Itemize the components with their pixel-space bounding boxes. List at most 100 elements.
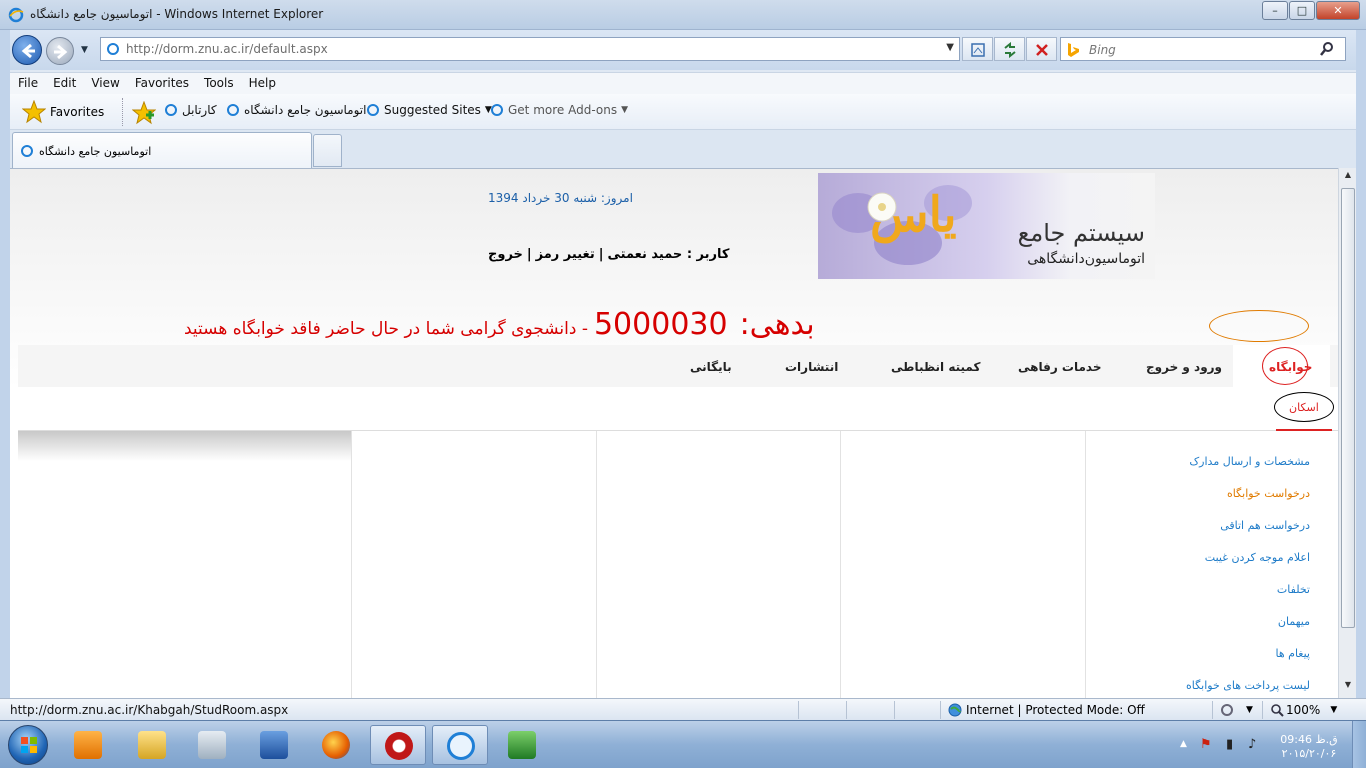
taskbar-ie[interactable] — [432, 725, 488, 765]
column-divider — [840, 431, 841, 698]
stop-button[interactable] — [1026, 37, 1057, 61]
favorites-button[interactable]: Favorites — [22, 99, 104, 125]
security-zone[interactable]: Internet | Protected Mode: Off — [948, 703, 1145, 717]
star-icon — [22, 100, 46, 124]
status-separator — [1262, 701, 1263, 719]
page-icon — [106, 42, 120, 59]
ie-page-icon — [367, 104, 379, 116]
volume-icon[interactable]: ♪ — [1248, 737, 1256, 752]
close-window-button[interactable]: ✕ — [1316, 1, 1360, 20]
address-bar[interactable]: http://dorm.znu.ac.ir/default.aspx ▼ — [100, 37, 960, 61]
banner-title: سیستم جامع — [1017, 219, 1145, 247]
status-separator — [846, 701, 847, 719]
bing-icon — [1066, 42, 1080, 61]
link-documents[interactable]: مشخصات و ارسال مدارک — [1189, 455, 1310, 468]
search-icon[interactable] — [1319, 41, 1335, 60]
ie-page-icon — [20, 144, 34, 161]
sub-menu-accommodation[interactable]: اسکان — [1274, 392, 1334, 422]
link-dorm-request[interactable]: درخواست خوابگاه — [1227, 487, 1310, 500]
taskbar-media-player[interactable] — [60, 725, 116, 765]
taskbar-app-d[interactable] — [370, 725, 426, 765]
sub-menu-accommodation-label: اسکان — [1289, 401, 1319, 414]
new-tab-button[interactable] — [313, 134, 342, 167]
main-menu-publications[interactable]: انتشارات — [785, 360, 838, 374]
highlight-ellipse — [1209, 310, 1309, 342]
ie-page-icon — [491, 104, 503, 116]
history-dropdown-icon[interactable]: ▼ — [81, 45, 88, 55]
forward-button[interactable] — [46, 37, 74, 65]
protected-mode-button[interactable]: ▼ — [1220, 703, 1253, 717]
add-to-favorites-bar-button[interactable] — [131, 100, 157, 128]
compatibility-view-button[interactable] — [962, 37, 993, 61]
link-guest[interactable]: میهمان — [1278, 615, 1310, 628]
status-separator — [798, 701, 799, 719]
menu-tools[interactable]: Tools — [196, 73, 241, 90]
minimize-button[interactable]: – — [1262, 1, 1288, 20]
scroll-up-icon[interactable]: ▲ — [1340, 170, 1356, 186]
start-button[interactable] — [2, 723, 54, 767]
address-dropdown-icon[interactable]: ▼ — [946, 42, 954, 53]
ie-page-icon — [227, 104, 239, 116]
favorites-label: Favorites — [50, 105, 105, 119]
taskbar-explorer[interactable] — [124, 725, 180, 765]
taskbar-firefox[interactable] — [308, 725, 364, 765]
link-roommate-request[interactable]: درخواست هم اتاقی — [1220, 519, 1310, 532]
taskbar-calculator[interactable] — [184, 725, 240, 765]
add-favorite-icon — [131, 100, 157, 125]
vertical-scrollbar[interactable]: ▲ ▼ — [1338, 168, 1356, 698]
logout-link[interactable]: خروج — [488, 247, 523, 262]
link-messages[interactable]: پیغام ها — [1276, 647, 1311, 660]
zoom-control[interactable]: 100% ▼ — [1270, 703, 1337, 717]
ie-icon — [447, 732, 475, 760]
main-menu-discipline[interactable]: کمیته انظباطی — [891, 360, 980, 374]
main-menu-dormitory[interactable]: خوابگاه — [1233, 345, 1330, 387]
clock[interactable]: 09:46 ق.ظ ۲۰۱۵/۲۰/۰۶ — [1280, 733, 1338, 761]
favorite-kartabl[interactable]: کارتابل — [164, 103, 217, 117]
ie-page-icon — [165, 104, 177, 116]
column-divider — [596, 431, 597, 698]
maximize-button[interactable]: □ — [1289, 1, 1315, 20]
window-titlebar: اتوماسیون جامع دانشگاه - Windows Interne… — [0, 0, 1366, 30]
content-grid — [18, 431, 1338, 698]
menu-favorites[interactable]: Favorites — [127, 73, 196, 90]
favorites-bar: Favorites کارتابل اتوماسیون جامع دانشگاه… — [10, 94, 1356, 130]
back-button[interactable] — [12, 35, 42, 65]
tab-automation[interactable]: اتوماسیون جامع دانشگاه — [12, 132, 312, 168]
windows-logo-icon — [8, 725, 48, 765]
user-line: کاربر : حمید نعمتی | تغییر رمز | خروج — [488, 247, 729, 262]
word-icon — [260, 731, 288, 759]
media-player-icon — [74, 731, 102, 759]
link-absence-justify[interactable]: اعلام موجه کردن غیبت — [1205, 551, 1310, 564]
address-url[interactable]: http://dorm.znu.ac.ir/default.aspx — [126, 42, 328, 56]
favorite-automation[interactable]: اتوماسیون جامع دانشگاه — [226, 103, 366, 117]
menu-file[interactable]: File — [10, 73, 45, 90]
main-menu-archive[interactable]: بایگانی — [690, 360, 732, 374]
menu-view[interactable]: View — [83, 73, 126, 90]
menu-help[interactable]: Help — [241, 73, 283, 90]
tab-title: اتوماسیون جامع دانشگاه — [39, 145, 152, 158]
chevron-down-icon: ▼ — [1246, 705, 1253, 715]
show-desktop-button[interactable] — [1352, 721, 1366, 768]
refresh-button[interactable] — [994, 37, 1025, 61]
network-icon[interactable]: ▮ — [1226, 737, 1233, 752]
status-separator — [940, 701, 941, 719]
main-menu-entry-exit[interactable]: ورود و خروج — [1146, 360, 1222, 374]
debt-notice: بدهی: 5000030 - دانشجوی گرامی شما در حال… — [184, 307, 815, 342]
taskbar-excel[interactable] — [494, 725, 550, 765]
ie-logo-icon — [8, 7, 24, 26]
favorites-separator — [122, 98, 124, 126]
menu-edit[interactable]: Edit — [45, 73, 83, 90]
search-box[interactable]: Bing — [1060, 37, 1346, 61]
globe-icon — [948, 703, 962, 717]
scroll-thumb[interactable] — [1341, 188, 1355, 628]
favorite-get-addons[interactable]: Get more Add-ons ▼ — [490, 103, 628, 117]
change-password-link[interactable]: تغییر رمز — [536, 247, 595, 262]
main-menu-welfare[interactable]: خدمات رفاهی — [1018, 360, 1101, 374]
link-payments[interactable]: لیست پرداخت های خوابگاه — [1186, 679, 1310, 692]
taskbar-word[interactable] — [246, 725, 302, 765]
action-center-icon[interactable]: ⚑ — [1200, 737, 1212, 752]
favorite-suggested-sites[interactable]: Suggested Sites ▼ — [366, 103, 492, 117]
show-hidden-icons-icon[interactable]: ▲ — [1180, 739, 1187, 749]
link-violations[interactable]: تخلفات — [1277, 583, 1310, 596]
scroll-down-icon[interactable]: ▼ — [1340, 680, 1356, 696]
